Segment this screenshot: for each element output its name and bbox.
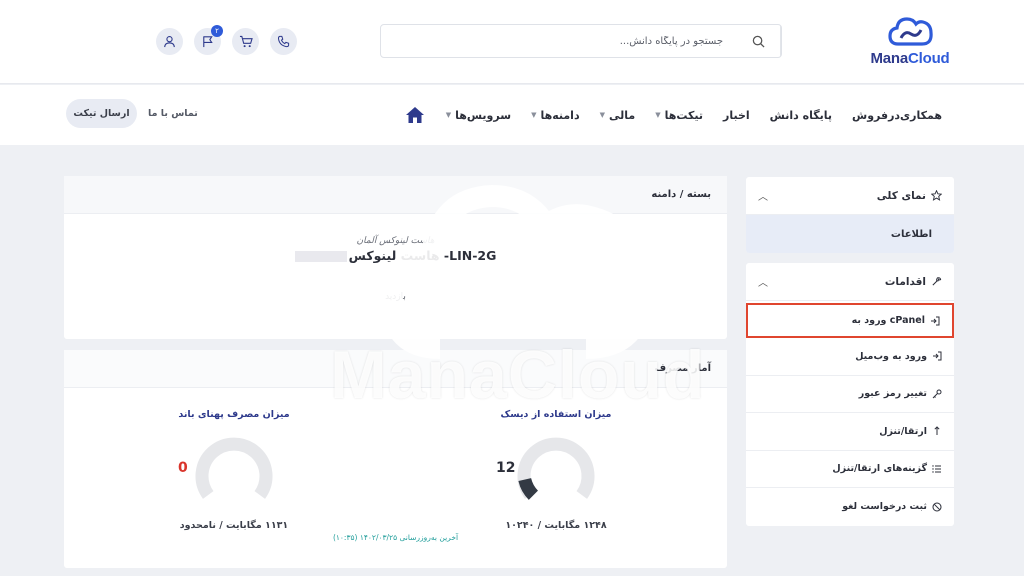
top-bar: ManaCloud ۲: [0, 0, 1024, 84]
nav-knowledgebase[interactable]: پایگاه دانش: [770, 109, 832, 122]
chevron-down-icon: ▼: [531, 111, 537, 119]
chevron-up-icon[interactable]: ︿: [758, 274, 768, 289]
disk-gauge: 12: [456, 430, 656, 508]
search-button[interactable]: [737, 25, 781, 57]
search-icon: [752, 35, 765, 48]
tickets-button[interactable]: ۲: [194, 25, 223, 55]
nav-menu: سرویس‌ها ▼ دامنه‌ها ▼ مالی ▼ تیکت‌ها ▼ اخبار…: [398, 85, 942, 145]
disk-percent: 12: [496, 460, 516, 476]
sidebar-item-upgrade-options[interactable]: گزینه‌های ارتقا/تنزل: [746, 451, 954, 488]
star-icon: [931, 190, 942, 201]
nav-billing[interactable]: مالی ▼: [600, 109, 636, 122]
actions-panel-header[interactable]: اقدامات ︿: [746, 263, 954, 301]
bandwidth-usage: میزان مصرف پهنای باند 0 ۱۱۳۱ مگابایت / ن…: [134, 409, 334, 531]
usage-card-header: آمار مصرف: [64, 350, 727, 388]
redacted-domain: [294, 251, 347, 262]
main-navbar: سرویس‌ها ▼ دامنه‌ها ▼ مالی ▼ تیکت‌ها ▼ اخبار…: [0, 85, 1024, 145]
disk-usage: میزان استفاده از دیسک 12 ۱۲۴۸ مگابایت / …: [456, 409, 656, 531]
overview-panel-header[interactable]: نمای کلی ︿: [746, 177, 954, 215]
chevron-up-icon[interactable]: ︿: [758, 188, 768, 203]
bandwidth-percent: 0: [178, 460, 188, 476]
bandwidth-caption: ۱۱۳۱ مگابایت / نامحدود: [179, 520, 289, 531]
logo[interactable]: ManaCloud: [864, 14, 956, 70]
login-icon: [931, 316, 940, 325]
send-ticket-button[interactable]: ارسال تیکت: [66, 99, 137, 128]
sidebar-item-change-password[interactable]: تغییر رمز عبور: [746, 376, 954, 413]
bandwidth-title: میزان مصرف پهنای باند: [178, 409, 290, 420]
chevron-down-icon: ▼: [655, 111, 661, 119]
top-icons: ۲: [156, 25, 297, 55]
chevron-down-icon: ▼: [599, 111, 605, 119]
cancel-icon: [932, 502, 942, 512]
nav-affiliates[interactable]: همکاری‌درفروش: [852, 109, 942, 122]
nav-domains[interactable]: دامنه‌ها ▼: [531, 109, 580, 122]
product-card: بسته / دامنه هاست لینوکس آلمان هاست لینو…: [64, 176, 727, 339]
overview-panel: نمای کلی ︿ اطلاعات: [746, 177, 954, 253]
account-button[interactable]: [156, 28, 183, 55]
contact-us-link[interactable]: تماس با ما: [148, 99, 198, 128]
sidebar-item-information[interactable]: اطلاعات: [746, 215, 954, 253]
cart-button[interactable]: [232, 28, 259, 55]
home-button[interactable]: [404, 104, 426, 126]
wrench-icon: [932, 277, 942, 286]
list-icon: [932, 465, 941, 473]
overview-title: نمای کلی: [876, 189, 926, 202]
user-icon: [164, 36, 175, 48]
call-button[interactable]: [270, 28, 297, 55]
login-icon: [933, 351, 942, 361]
sidebar-item-webmail-login[interactable]: ورود به وب‌میل: [746, 338, 954, 376]
disk-caption: ۱۲۴۸ مگابایت / ۱۰۲۴۰: [505, 520, 607, 531]
search-box: [380, 24, 782, 58]
key-icon: [932, 389, 942, 399]
logo-text: ManaCloud: [870, 50, 950, 67]
cart-icon: [239, 35, 253, 48]
phone-icon: [277, 35, 290, 48]
cloud-logo-icon: [888, 17, 933, 46]
sidebar-item-cancel-request[interactable]: ثبت درخواست لغو: [746, 488, 954, 526]
product-name: هاست لینوکس -LIN-2G: [64, 248, 727, 263]
product-card-header: بسته / دامنه: [64, 176, 727, 214]
chevron-down-icon: ▼: [445, 111, 452, 119]
disk-title: میزان استفاده از دیسک: [500, 409, 612, 420]
sidebar-item-upgrade[interactable]: ارتقا/تنزل: [746, 413, 954, 451]
bandwidth-gauge: 0: [134, 430, 334, 508]
nav-tickets[interactable]: تیکت‌ها ▼: [655, 109, 703, 122]
sidebar-item-cpanel-login[interactable]: ورود به cPanel: [746, 303, 954, 338]
nav-news[interactable]: اخبار: [723, 109, 750, 122]
ticket-badge: ۲: [211, 25, 223, 37]
upgrade-icon: [934, 426, 940, 436]
home-icon: [405, 107, 424, 123]
last-update: آخرین به‌روزرسانی ۱۴۰۲/۰۳/۲۵ (۱۰:۳۵): [332, 533, 459, 542]
usage-stats-card: آمار مصرف میزان مصرف پهنای باند 0 ۱۱۳۱ م…: [64, 350, 727, 568]
actions-list: ورود به cPanel ورود به وب‌میل تغییر رمز …: [746, 303, 954, 526]
product-group: هاست لینوکس آلمان: [356, 236, 435, 246]
search-input[interactable]: [381, 25, 737, 57]
nav-services[interactable]: سرویس‌ها ▼: [446, 109, 511, 122]
flag-icon: [203, 36, 213, 48]
actions-panel: اقدامات ︿ ورود به cPanel ورود به وب‌میل …: [746, 263, 954, 526]
actions-title: اقدامات: [884, 275, 926, 288]
product-status: بازدید: [385, 292, 406, 302]
